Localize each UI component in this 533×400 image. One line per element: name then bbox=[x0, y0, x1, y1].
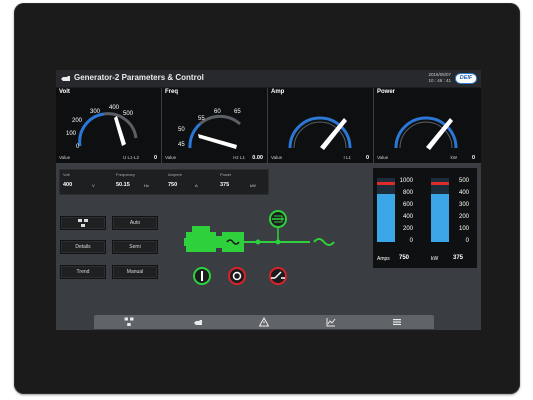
generator-symbol bbox=[222, 232, 244, 252]
reading-unit-ampere: A bbox=[195, 183, 198, 188]
kw-scale-label: 200 bbox=[458, 214, 469, 220]
reading-value-frequency: 50.15 bbox=[116, 182, 130, 188]
kw-bar-track bbox=[431, 178, 449, 242]
single-line-diagram bbox=[184, 210, 335, 285]
amps-scale-label: 1000 bbox=[399, 178, 413, 184]
tick-label: 55 bbox=[198, 116, 205, 122]
datetime: 2016/05/07 10 : 46 : 41 bbox=[428, 72, 451, 83]
details-button[interactable]: Details bbox=[60, 240, 106, 254]
gauge-value: 0 bbox=[153, 155, 157, 161]
gauge-unit: Hz L1 bbox=[233, 155, 245, 160]
trend-button[interactable]: Trend bbox=[60, 265, 106, 279]
auto-button[interactable]: Auto bbox=[112, 216, 158, 230]
gauge-value: 0.00 bbox=[252, 155, 263, 161]
reading-unit-power: kW bbox=[250, 183, 256, 188]
tick-label: 500 bbox=[123, 111, 134, 117]
tick-label: 100 bbox=[66, 131, 77, 137]
gauge-frequency: Freq 45 50 55 60 65 Value Hz L1 0.00 bbox=[162, 88, 267, 163]
amps-bar-track bbox=[377, 178, 395, 242]
gauge-value: 0 bbox=[365, 155, 369, 161]
overview-icon bbox=[78, 219, 88, 227]
amps-label: Amps bbox=[377, 256, 390, 262]
title-bar: Generator-2 Parameters & Control 2016/05… bbox=[56, 70, 481, 88]
reading-header-ampere: Ampere bbox=[168, 172, 183, 177]
value-label: Value bbox=[59, 155, 71, 160]
amps-limit-marker bbox=[377, 182, 395, 185]
tick-label: 60 bbox=[214, 109, 221, 115]
engine-icon bbox=[61, 76, 70, 81]
page-title: Generator-2 Parameters & Control bbox=[74, 73, 204, 82]
tick-label: 50 bbox=[178, 127, 185, 133]
kw-label: kW bbox=[431, 256, 439, 262]
open-breaker-icon[interactable] bbox=[269, 267, 287, 285]
kw-scale-label: 0 bbox=[465, 238, 469, 244]
kw-scale-label: 100 bbox=[458, 226, 469, 232]
amps-scale-label: 600 bbox=[402, 202, 413, 208]
kw-scale-label: 300 bbox=[458, 202, 469, 208]
time-text: 10 : 46 : 41 bbox=[428, 77, 451, 83]
engine-symbol bbox=[184, 226, 222, 252]
gauge-ampere: Amp Value I L1 0 bbox=[268, 88, 373, 163]
gauge-dial bbox=[288, 116, 352, 150]
reading-header-frequency: Frequency bbox=[116, 172, 135, 177]
gauge-dial bbox=[394, 116, 458, 150]
tick-label: 300 bbox=[90, 109, 101, 115]
amps-scale-label: 0 bbox=[409, 238, 413, 244]
readings-panel: Volt Frequency Ampere Power 400 V 50.15 … bbox=[59, 169, 269, 195]
gauge-unit: kW bbox=[450, 155, 458, 160]
kw-limit-marker bbox=[431, 182, 449, 185]
trend-icon[interactable] bbox=[326, 317, 336, 327]
amps-scale-label: 800 bbox=[402, 190, 413, 196]
kw-scale-label: 400 bbox=[458, 190, 469, 196]
start-icon[interactable] bbox=[193, 267, 211, 285]
gauge-panel: Volt 0 100 200 300 400 500 Value U L1-L2… bbox=[56, 88, 481, 163]
tick-label: 65 bbox=[234, 109, 241, 115]
bottom-nav-bar bbox=[94, 315, 434, 329]
tick-label: 45 bbox=[178, 142, 185, 148]
date-text: 2016/05/07 bbox=[428, 72, 451, 77]
kw-scale-label: 500 bbox=[458, 178, 469, 184]
overview-button[interactable] bbox=[60, 216, 106, 230]
kw-value: 375 bbox=[453, 255, 464, 261]
busbar-ac-icon bbox=[313, 238, 335, 246]
reading-value-volt: 400 bbox=[63, 182, 73, 188]
gauge-unit: I L1 bbox=[343, 155, 351, 160]
reading-header-volt: Volt bbox=[63, 172, 70, 177]
alarm-icon[interactable] bbox=[259, 317, 269, 327]
gauge-power: Power Value kW 0 bbox=[374, 88, 479, 163]
reading-header-power: Power bbox=[220, 172, 232, 177]
value-label: Value bbox=[271, 155, 283, 160]
tick-label: 400 bbox=[109, 105, 120, 111]
gauge-dial: 45 50 55 60 65 bbox=[178, 109, 241, 149]
reading-unit-volt: V bbox=[92, 183, 95, 188]
menu-icon[interactable] bbox=[392, 317, 402, 327]
gauge-dial: 0 100 200 300 400 500 bbox=[66, 105, 138, 150]
reading-value-power: 375 bbox=[220, 182, 230, 188]
amps-value: 750 bbox=[399, 255, 410, 261]
reading-unit-frequency: Hz bbox=[144, 183, 149, 188]
engine-icon[interactable] bbox=[193, 317, 203, 327]
hmi-screen: Generator-2 Parameters & Control 2016/05… bbox=[56, 70, 481, 330]
reading-value-ampere: 750 bbox=[168, 182, 178, 188]
value-label: Value bbox=[377, 155, 389, 160]
gauge-unit: U L1-L2 bbox=[122, 155, 139, 160]
amps-bar-fill bbox=[377, 194, 395, 242]
bar-graph-panel: 1000 800 600 400 200 0 Amps 750 500 400 … bbox=[373, 168, 477, 268]
gauge-value: 0 bbox=[471, 155, 475, 161]
breaker-status-icon[interactable] bbox=[269, 210, 287, 228]
amps-scale-label: 200 bbox=[402, 226, 413, 232]
amps-scale-label: 400 bbox=[402, 214, 413, 220]
value-label: Value bbox=[165, 155, 177, 160]
gauge-needle bbox=[198, 134, 237, 149]
semi-button[interactable]: Semi bbox=[112, 240, 158, 254]
brand-logo: DEIF bbox=[455, 73, 477, 84]
manual-button[interactable]: Manual bbox=[112, 265, 158, 279]
stop-icon[interactable] bbox=[228, 267, 246, 285]
kw-bar-fill bbox=[431, 194, 449, 242]
gauge-volt: Volt 0 100 200 300 400 500 Value U L1-L2… bbox=[56, 88, 161, 163]
tick-label: 200 bbox=[72, 118, 83, 124]
overview-icon[interactable] bbox=[124, 317, 134, 327]
